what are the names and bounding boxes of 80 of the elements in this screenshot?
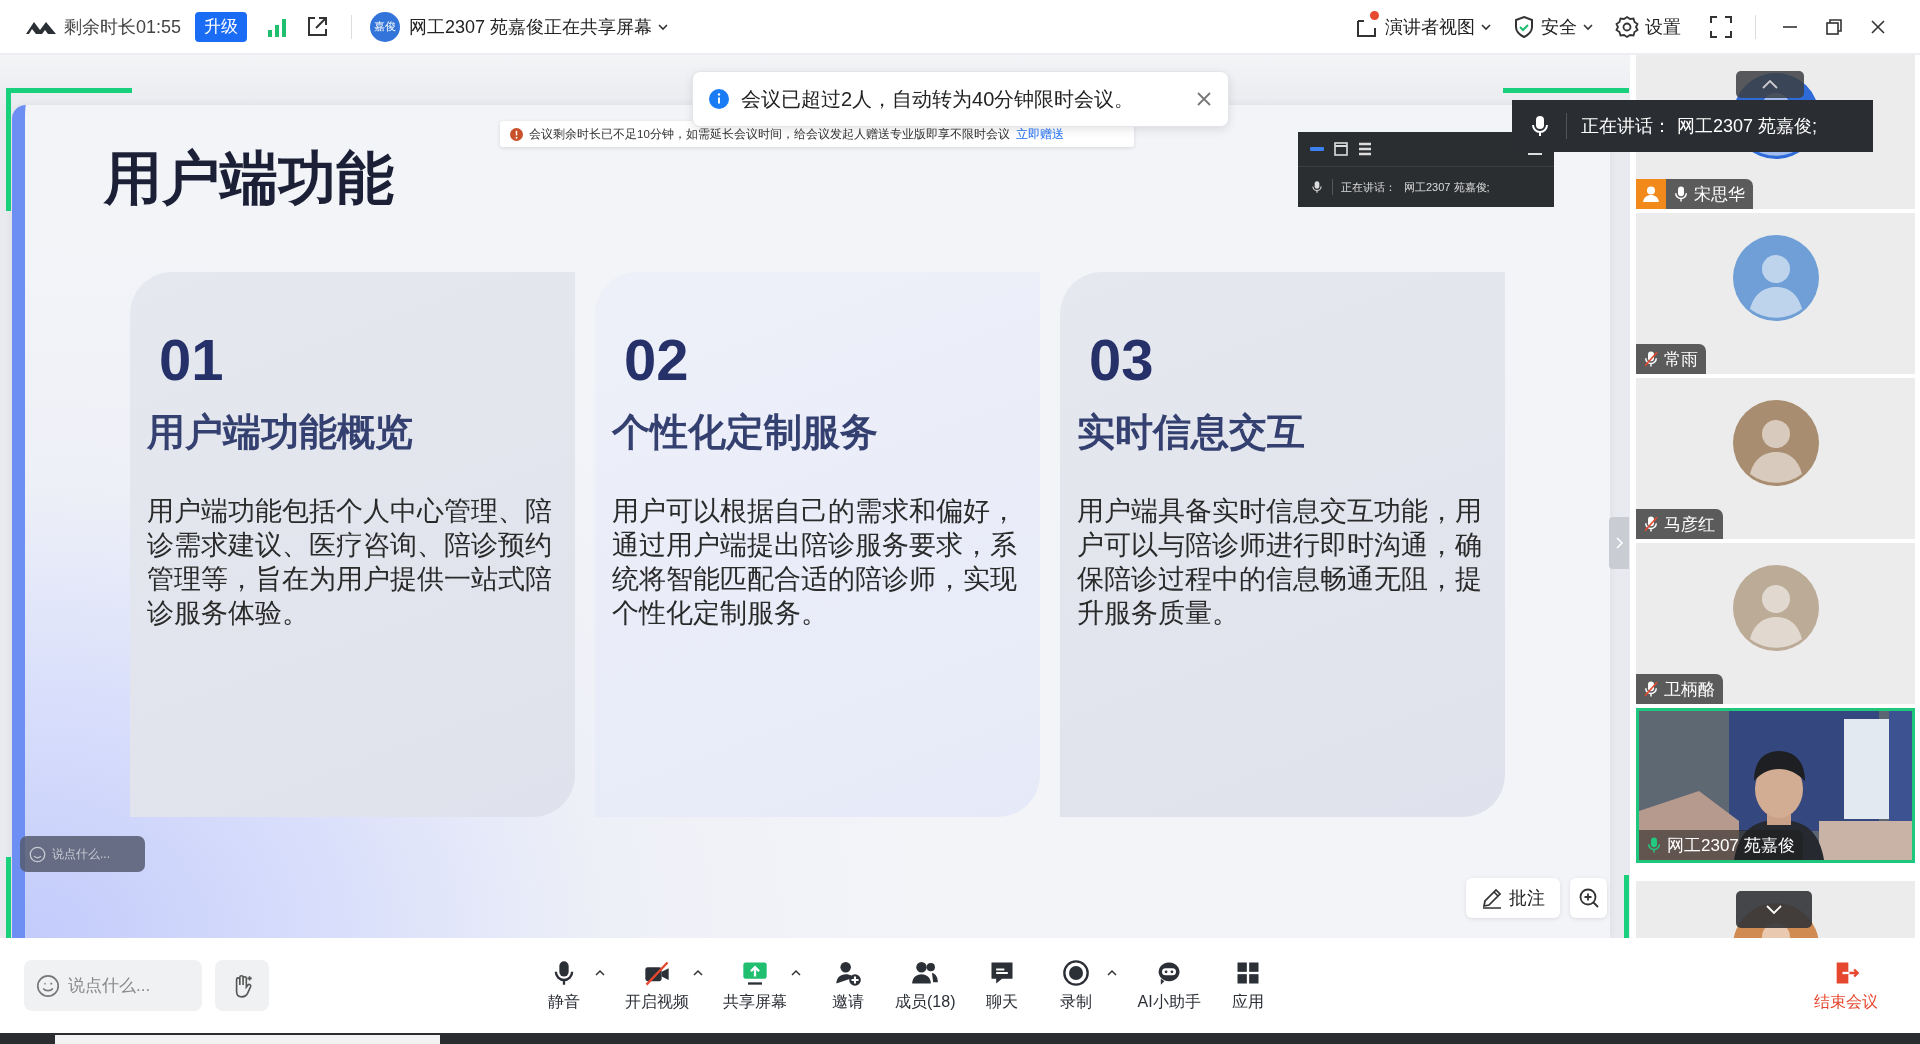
speaker-names: 网工2307 苑嘉俊; — [1404, 179, 1490, 195]
card-text: 用户可以根据自己的需求和偏好，通过用户端提出陪诊服务要求，系统将智能匹配合适的陪诊师，实现个性化定制服务。 — [612, 495, 1018, 630]
assistant-button[interactable]: AI小助手 — [1127, 958, 1211, 1013]
card-number: 01 — [159, 330, 225, 390]
pen-icon — [1481, 887, 1503, 909]
remaining-time: 剩余时长01:55 — [64, 15, 182, 39]
list-icon — [1358, 142, 1372, 156]
mute-button[interactable]: 静音 — [527, 958, 601, 1013]
close-icon — [1197, 92, 1211, 106]
card-title: 个性化定制服务 — [612, 411, 879, 453]
settings-icon — [1615, 14, 1639, 39]
chevron-icon — [1766, 905, 1782, 914]
list-button[interactable] — [1358, 142, 1372, 156]
members-button[interactable]: 成员(18) — [885, 958, 966, 1013]
line-icon — [1528, 153, 1542, 156]
sharer-avatar: 嘉俊 — [370, 11, 401, 42]
minimize-icon — [1783, 25, 1797, 28]
participant-name: 常雨 — [1636, 344, 1706, 374]
speaker-names: 网工2307 苑嘉俊; — [1677, 115, 1818, 138]
smiley-icon — [29, 845, 46, 863]
annotate-button[interactable]: 批注 — [1466, 878, 1560, 918]
slide-title: 用户端功能 — [104, 145, 394, 211]
caret-icon — [658, 21, 669, 32]
presenter-view-button[interactable]: 演讲者视图 — [1355, 14, 1491, 39]
card-number: 03 — [1089, 330, 1155, 390]
scroll-down-button[interactable] — [1736, 891, 1812, 928]
info-icon — [709, 89, 729, 109]
frame-corner — [1624, 875, 1629, 938]
upgrade-button[interactable]: 升级 — [195, 11, 248, 42]
video-button[interactable]: 开启视频 — [615, 958, 699, 1013]
signal-icon — [267, 16, 288, 37]
invite-button[interactable]: 邀请 — [811, 958, 885, 1013]
participant-name: 网工2307 苑嘉俊 — [1639, 830, 1803, 860]
speaker-label: 正在讲话： — [1341, 179, 1396, 195]
external-link-icon — [305, 14, 330, 39]
caret-icon — [1583, 21, 1593, 32]
microphone-icon — [1310, 180, 1324, 194]
card-number: 02 — [624, 330, 690, 390]
warning-text: 会议剩余时长已不足10分钟，如需延长会议时间，给会议发起人赠送专业版即享不限时会议 — [529, 126, 1010, 142]
window-icon — [1334, 142, 1348, 156]
scroll-up-button[interactable] — [1736, 71, 1804, 98]
caret-icon — [791, 968, 801, 977]
participant-name: 卫柄酪 — [1636, 674, 1723, 704]
card-title: 用户端功能概览 — [147, 411, 414, 453]
chat-button[interactable]: 聊天 — [965, 958, 1040, 1013]
window-button[interactable] — [1334, 142, 1348, 156]
apps-button[interactable]: 应用 — [1210, 958, 1285, 1013]
end-meeting-button[interactable]: 结束会议 — [1808, 958, 1884, 1013]
card-text: 用户端功能包括个人中心管理、陪诊需求建议、医疗咨询、陪诊预约管理等，旨在为用户提供一站式陪诊服务体验。 — [147, 495, 553, 630]
chat-placeholder: 说点什么... — [52, 845, 110, 863]
caret-icon — [595, 968, 605, 977]
participant-name: 马彦红 — [1636, 509, 1723, 539]
card-title: 实时信息交互 — [1077, 411, 1306, 453]
fullscreen-icon — [1710, 15, 1732, 38]
record-icon — [1062, 958, 1091, 987]
speaker-label: 正在讲话： — [1581, 115, 1671, 138]
caret-icon — [693, 968, 703, 977]
participant-name: 宋思华 — [1666, 179, 1753, 209]
sharer-status[interactable]: 网工2307 苑嘉俊正在共享屏幕 — [409, 14, 669, 39]
minimize-icon — [1310, 146, 1324, 152]
close-icon — [1869, 17, 1887, 36]
chevron-icon — [1762, 80, 1778, 89]
chat-placeholder: 说点什么... — [68, 975, 151, 997]
shield-icon — [1513, 14, 1535, 39]
card-text: 用户端具备实时信息交互功能，用户可以与陪诊师进行即时沟通，确保陪诊过程中的信息畅通无阻，提升服务质量。 — [1077, 495, 1483, 630]
restore-icon — [1825, 17, 1843, 36]
zoom-in-button[interactable] — [1570, 878, 1607, 918]
smiley-icon — [36, 973, 60, 998]
notification-text: 会议已超过2人，自动转为40分钟限时会议。 — [741, 86, 1136, 112]
caret-icon — [1481, 21, 1491, 32]
warning-icon — [510, 127, 523, 141]
settings-button[interactable]: 设置 — [1615, 14, 1681, 39]
chevron-icon — [1615, 537, 1623, 549]
caret-icon — [1107, 968, 1118, 977]
security-button[interactable]: 安全 — [1513, 14, 1593, 39]
share-screen-button[interactable]: 共享屏幕 — [713, 958, 797, 1013]
zoom-in-icon — [1577, 887, 1600, 909]
gift-link[interactable]: 立即赠送 — [1015, 126, 1064, 142]
raise-hand-button[interactable] — [215, 960, 269, 1011]
record-button[interactable]: 录制 — [1039, 958, 1114, 1013]
